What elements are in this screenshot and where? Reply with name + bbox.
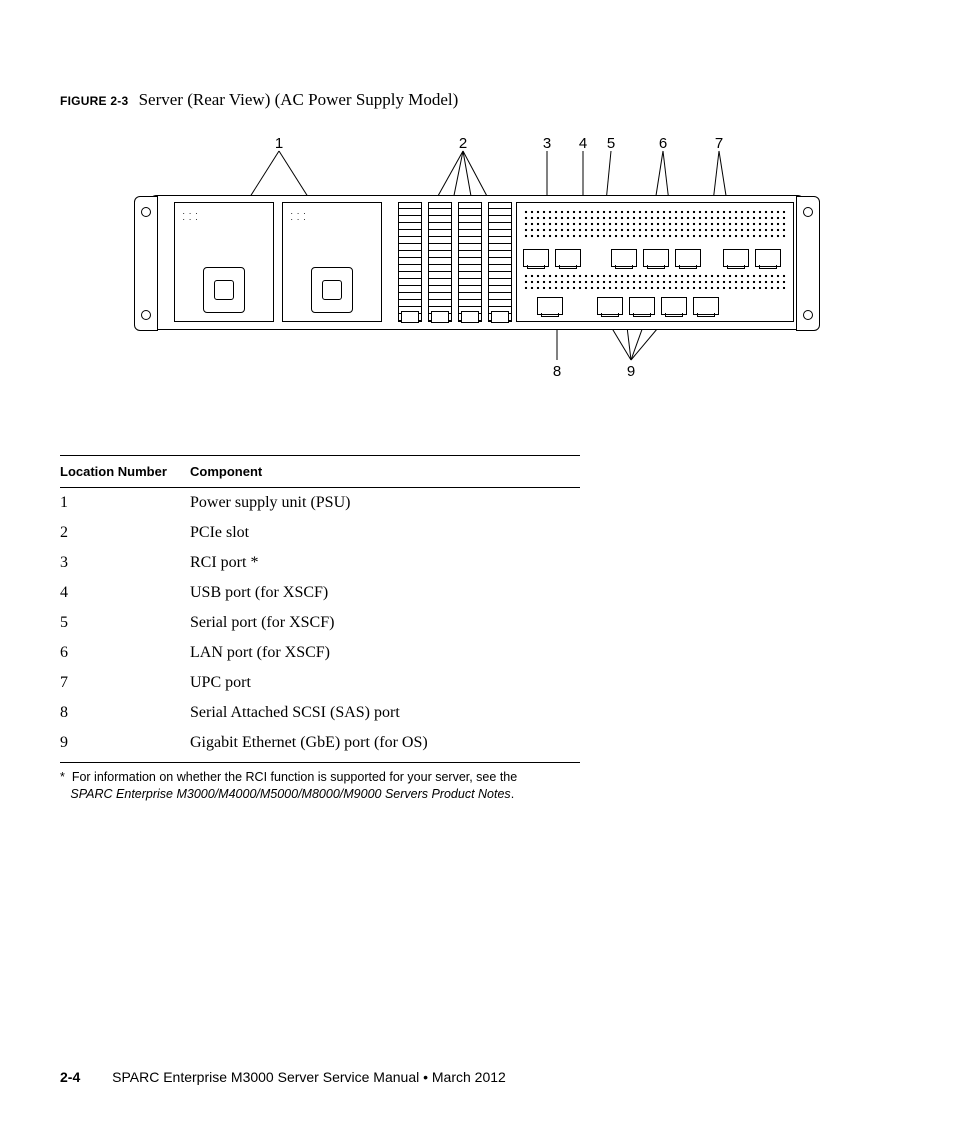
page-footer: 2-4 SPARC Enterprise M3000 Server Servic…	[60, 1069, 506, 1085]
table-row: 6LAN port (for XSCF)	[60, 638, 580, 668]
table-header-component: Component	[190, 456, 580, 488]
callout-6: 6	[659, 135, 667, 152]
rack-ear-left	[134, 196, 158, 331]
callout-2: 2	[459, 135, 467, 152]
footnote-italic: SPARC Enterprise M3000/M4000/M5000/M8000…	[70, 787, 510, 801]
io-bay	[516, 202, 794, 322]
server-chassis: • • •• • • • • •• • •	[147, 195, 807, 330]
table-row: 2PCIe slot	[60, 518, 580, 548]
table-body: 1Power supply unit (PSU) 2PCIe slot 3RCI…	[60, 488, 580, 763]
table-row: 5Serial port (for XSCF)	[60, 608, 580, 638]
callout-1: 1	[275, 135, 283, 152]
figure-caption: FIGURE 2-3 Server (Rear View) (AC Power …	[60, 90, 894, 110]
table-footnote: * For information on whether the RCI fun…	[60, 769, 620, 803]
callout-8: 8	[553, 363, 561, 380]
table-row: 7UPC port	[60, 668, 580, 698]
page-number: 2-4	[60, 1069, 108, 1085]
footnote-tail: .	[511, 787, 514, 801]
pcie-slot-3	[488, 202, 512, 322]
callout-4: 4	[579, 135, 587, 152]
component-table: Location Number Component 1Power supply …	[60, 455, 580, 763]
table-row: 3RCI port *	[60, 548, 580, 578]
footnote-line1: For information on whether the RCI funct…	[72, 770, 517, 784]
pcie-slot-2	[458, 202, 482, 322]
table-row: 9Gigabit Ethernet (GbE) port (for OS)	[60, 728, 580, 763]
callout-7: 7	[715, 135, 723, 152]
figure-label: FIGURE 2-3	[60, 94, 128, 108]
psu-1: • • •• • •	[282, 202, 382, 322]
pcie-slot-0	[398, 202, 422, 322]
callout-9: 9	[627, 363, 635, 380]
footer-text: SPARC Enterprise M3000 Server Service Ma…	[112, 1069, 506, 1085]
table-row: 4USB port (for XSCF)	[60, 578, 580, 608]
table-header-location: Location Number	[60, 456, 190, 488]
callout-3: 3	[543, 135, 551, 152]
rack-ear-right	[796, 196, 820, 331]
psu-0: • • •• • •	[174, 202, 274, 322]
table-row: 1Power supply unit (PSU)	[60, 488, 580, 519]
table-row: 8Serial Attached SCSI (SAS) port	[60, 698, 580, 728]
figure-title: Server (Rear View) (AC Power Supply Mode…	[133, 90, 459, 109]
callout-5: 5	[607, 135, 615, 152]
figure-diagram: 1 2 3 4 5 6 7 8 9	[147, 135, 807, 405]
footnote-marker: *	[60, 770, 65, 784]
pcie-slot-1	[428, 202, 452, 322]
